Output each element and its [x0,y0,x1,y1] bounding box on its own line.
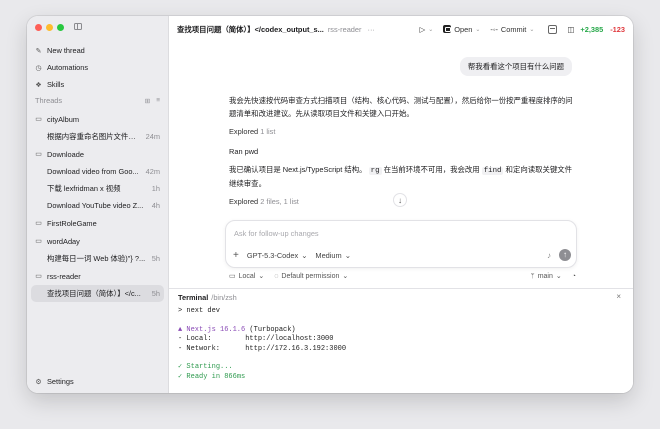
folder-wordaday[interactable]: ▭ wordAday [31,232,164,250]
commit-icon: -◦- [490,24,498,34]
add-attachment-icon[interactable]: + [233,250,239,261]
thread-item[interactable]: Download YouTube video Z... 4h [31,197,164,214]
chevron-down-icon: ⌄ [555,273,562,280]
gear-icon: ⚙ [35,378,42,386]
environment-selector[interactable]: ▭ Local ⌄ [229,272,265,281]
folder-rss-reader[interactable]: ▭ rss-reader [31,267,164,285]
close-window-button[interactable] [35,24,42,31]
terminal-title: Terminal/bin/zsh [178,293,237,302]
scroll-down-arrow-icon[interactable]: ↓ [393,193,407,207]
folder-downloade[interactable]: ▭ Downloade [31,145,164,163]
thread-item[interactable]: 下载 lexfridman x 视频 1h [31,180,164,197]
thread-tree: ▭ cityAlbum 根据内容重命名图片文件名... 24m ▭ Downloade… [31,110,164,302]
nav-new-thread[interactable]: ✎ New thread [31,42,164,59]
terminal-panel: Terminal/bin/zsh × > next dev ▲ Next.js … [169,288,633,393]
folder-icon: ▭ [35,273,42,280]
send-button[interactable]: ↑ [559,249,571,261]
branch-selector[interactable]: ᛘ main ⌄ [530,272,562,281]
assistant-message: 我会先快速按代码审查方式扫描项目（结构、核心代码、测试与配置），然后给你一份按严… [229,96,573,118]
explored-summary[interactable]: Explored 1 list [229,126,574,139]
minimize-window-button[interactable] [46,24,53,31]
chevron-down-icon: ⌄ [428,26,434,33]
chevron-down-icon: ⌄ [344,250,351,260]
inline-code: rg [368,167,382,175]
play-icon: ▷ [419,24,426,34]
commit-button[interactable]: -◦- Commit ⌄ [490,25,534,34]
diff-panel-button[interactable]: ◫ +2,385 -123 [567,25,625,34]
model-selector[interactable]: GPT-5.3-Codex ⌄ [247,251,308,260]
folder-icon: ▭ [35,151,42,158]
automations-icon: ◷ [35,64,42,72]
user-message: 帮我看看这个项目有什么问题 [459,57,572,76]
terminal-output[interactable]: > next dev ▲ Next.js 16.1.6 (Turbopack) … [178,307,346,382]
traffic-lights [35,24,64,31]
editor-app-icon [443,25,452,33]
thread-item-selected[interactable]: 查找项目问题（简体）】</c... 5h [31,285,164,302]
folder-cityalbum[interactable]: ▭ cityAlbum [31,110,164,128]
monitor-icon: ▭ [229,273,236,280]
close-terminal-icon[interactable]: × [616,292,621,301]
deletions-count: -123 [610,24,625,34]
chevron-down-icon: ⌄ [301,250,308,260]
chevron-down-icon: ⌄ [475,26,481,33]
sidebar-nav: ✎ New thread ◷ Automations ❖ Skills [31,42,164,93]
folder-icon: ▭ [35,116,42,123]
app-window: ✎ New thread ◷ Automations ❖ Skills Threads… [27,16,633,393]
follow-up-input[interactable]: Ask for follow-up changes [234,229,319,238]
shield-icon: ◌ [274,272,279,280]
thread-title: 查找项目问题（简体）】</codex_output_s... [177,24,324,34]
thread-item[interactable]: 根据内容重命名图片文件名... 24m [31,128,164,145]
header: 查找项目问题（简体）】</codex_output_s... rss-reade… [169,16,633,42]
diff-panel-icon: ◫ [567,24,575,34]
effort-selector[interactable]: Medium ⌄ [315,251,351,260]
main-panel: 查找项目问题（简体）】</codex_output_s... rss-reade… [169,16,633,393]
nav-skills[interactable]: ❖ Skills [31,76,164,93]
zoom-window-button[interactable] [57,24,64,31]
open-button[interactable]: Open ⌄ [443,25,480,34]
folder-firstrolegame[interactable]: ▭ FirstRoleGame [31,214,164,232]
run-button[interactable]: ▷ ⌄ [420,25,434,34]
sidebar: ✎ New thread ◷ Automations ❖ Skills Threads… [27,16,169,393]
composer: Ask for follow-up changes + GPT-5.3-Code… [225,220,577,268]
skills-icon: ❖ [35,81,42,89]
inline-code: find [481,167,504,175]
thread-item[interactable]: 构建每日一词 Web 体验)"} ?... 5h [31,250,164,267]
composer-footer: ▭ Local ⌄ ◌ Default permission ⌄ ᛘ main ⌄ ◔ [229,272,576,281]
branch-icon: ᛘ [530,272,535,280]
folder-icon: ▭ [35,238,42,245]
new-folder-icon[interactable]: ⊞ [145,97,150,105]
permission-selector[interactable]: ◌ Default permission ⌄ [274,272,349,281]
thread-item[interactable]: Download video from Goo... 42m [31,163,164,180]
sync-status-icon: ◔ [571,272,576,280]
terminal-toggle-icon[interactable] [548,24,558,34]
chevron-down-icon: ⌄ [342,273,349,280]
settings-button[interactable]: ⚙ Settings [34,377,73,386]
threads-section-header: Threads ⊞ ≡ [35,96,160,105]
chevron-down-icon: ⌄ [258,273,265,280]
additions-count: +2,385 [580,24,604,34]
filter-icon[interactable]: ≡ [156,97,160,104]
nav-automations[interactable]: ◷ Automations [31,59,164,76]
assistant-message: 我已确认项目是 Next.js/TypeScript 结构。 rg 在当前环境不… [229,165,573,188]
sidebar-toggle-icon[interactable] [74,23,82,30]
folder-icon: ▭ [35,220,42,227]
composer-toolbar: + GPT-5.3-Codex ⌄ Medium ⌄ ♪ ↑ [233,249,571,261]
microphone-icon[interactable]: ♪ [547,251,551,260]
new-thread-icon: ✎ [35,47,42,55]
more-options-icon[interactable]: ··· [368,25,375,34]
ran-command[interactable]: Ran pwd [229,146,574,159]
chevron-down-icon: ⌄ [529,26,535,33]
project-name: rss-reader [327,24,362,34]
